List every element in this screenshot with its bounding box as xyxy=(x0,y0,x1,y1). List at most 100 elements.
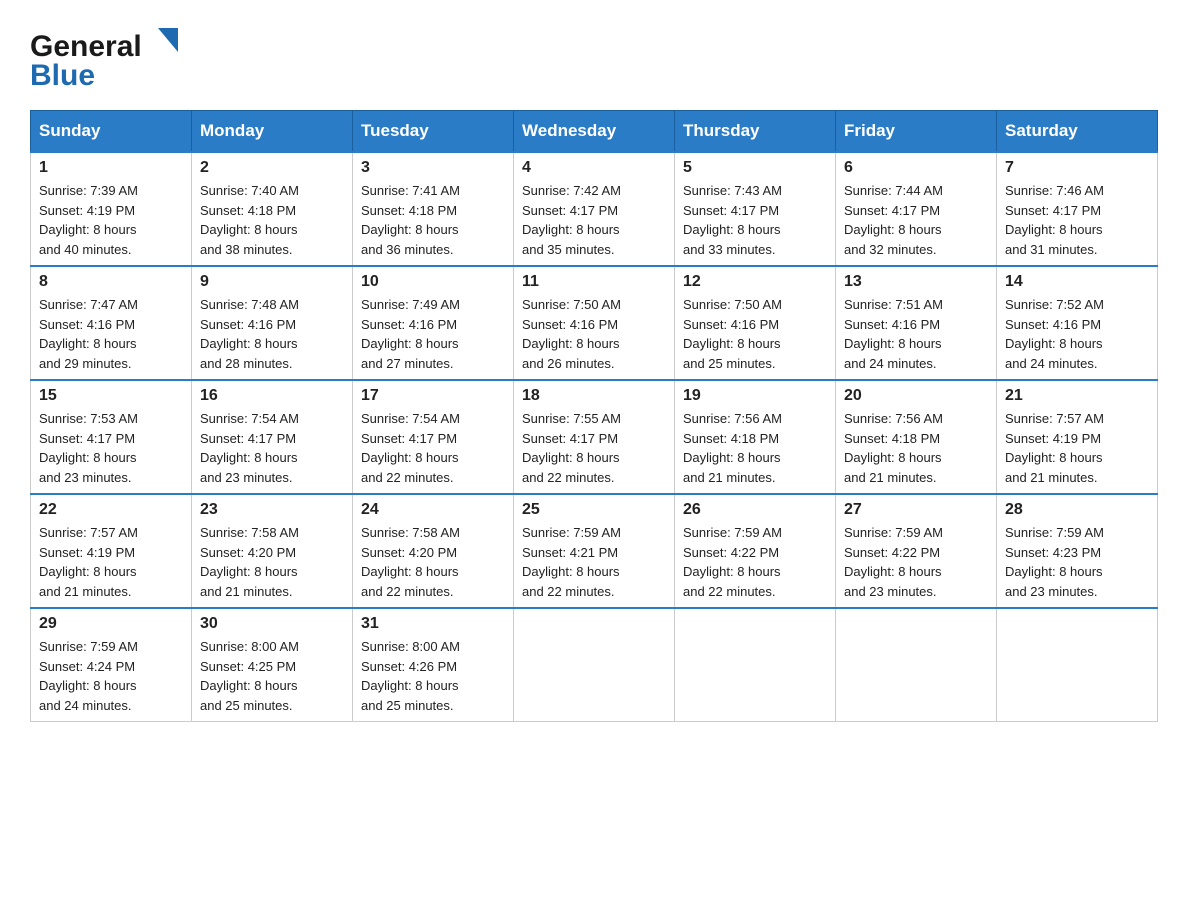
daylight-label: Daylight: 8 hoursand 23 minutes. xyxy=(200,450,298,485)
sunrise-label: Sunrise: 7:49 AM xyxy=(361,297,460,312)
day-cell-12: 12 Sunrise: 7:50 AM Sunset: 4:16 PM Dayl… xyxy=(675,266,836,380)
day-number: 14 xyxy=(1005,273,1149,291)
sunset-label: Sunset: 4:24 PM xyxy=(39,659,135,674)
day-cell-2: 2 Sunrise: 7:40 AM Sunset: 4:18 PM Dayli… xyxy=(192,152,353,266)
day-cell-29: 29 Sunrise: 7:59 AM Sunset: 4:24 PM Dayl… xyxy=(31,608,192,722)
day-cell-21: 21 Sunrise: 7:57 AM Sunset: 4:19 PM Dayl… xyxy=(997,380,1158,494)
sunset-label: Sunset: 4:19 PM xyxy=(39,545,135,560)
day-number: 5 xyxy=(683,159,827,177)
day-info: Sunrise: 7:46 AM Sunset: 4:17 PM Dayligh… xyxy=(1005,181,1149,259)
day-cell-10: 10 Sunrise: 7:49 AM Sunset: 4:16 PM Dayl… xyxy=(353,266,514,380)
sunrise-label: Sunrise: 7:59 AM xyxy=(39,639,138,654)
sunset-label: Sunset: 4:19 PM xyxy=(39,203,135,218)
sunrise-label: Sunrise: 7:41 AM xyxy=(361,183,460,198)
sunset-label: Sunset: 4:25 PM xyxy=(200,659,296,674)
daylight-label: Daylight: 8 hoursand 25 minutes. xyxy=(683,336,781,371)
sunrise-label: Sunrise: 7:59 AM xyxy=(844,525,943,540)
daylight-label: Daylight: 8 hoursand 21 minutes. xyxy=(683,450,781,485)
sunset-label: Sunset: 4:16 PM xyxy=(200,317,296,332)
day-cell-24: 24 Sunrise: 7:58 AM Sunset: 4:20 PM Dayl… xyxy=(353,494,514,608)
sunset-label: Sunset: 4:16 PM xyxy=(39,317,135,332)
sunset-label: Sunset: 4:17 PM xyxy=(39,431,135,446)
daylight-label: Daylight: 8 hoursand 21 minutes. xyxy=(200,564,298,599)
week-row-2: 8 Sunrise: 7:47 AM Sunset: 4:16 PM Dayli… xyxy=(31,266,1158,380)
daylight-label: Daylight: 8 hoursand 24 minutes. xyxy=(1005,336,1103,371)
day-info: Sunrise: 7:59 AM Sunset: 4:22 PM Dayligh… xyxy=(683,523,827,601)
sunset-label: Sunset: 4:18 PM xyxy=(200,203,296,218)
day-number: 28 xyxy=(1005,501,1149,519)
week-row-5: 29 Sunrise: 7:59 AM Sunset: 4:24 PM Dayl… xyxy=(31,608,1158,722)
day-cell-17: 17 Sunrise: 7:54 AM Sunset: 4:17 PM Dayl… xyxy=(353,380,514,494)
daylight-label: Daylight: 8 hoursand 23 minutes. xyxy=(1005,564,1103,599)
day-info: Sunrise: 7:44 AM Sunset: 4:17 PM Dayligh… xyxy=(844,181,988,259)
day-info: Sunrise: 7:54 AM Sunset: 4:17 PM Dayligh… xyxy=(361,409,505,487)
week-row-4: 22 Sunrise: 7:57 AM Sunset: 4:19 PM Dayl… xyxy=(31,494,1158,608)
sunset-label: Sunset: 4:21 PM xyxy=(522,545,618,560)
sunrise-label: Sunrise: 7:44 AM xyxy=(844,183,943,198)
weekday-header-monday: Monday xyxy=(192,111,353,153)
day-cell-13: 13 Sunrise: 7:51 AM Sunset: 4:16 PM Dayl… xyxy=(836,266,997,380)
sunrise-label: Sunrise: 7:54 AM xyxy=(200,411,299,426)
sunset-label: Sunset: 4:17 PM xyxy=(683,203,779,218)
sunrise-label: Sunrise: 7:59 AM xyxy=(522,525,621,540)
day-cell-28: 28 Sunrise: 7:59 AM Sunset: 4:23 PM Dayl… xyxy=(997,494,1158,608)
sunrise-label: Sunrise: 7:46 AM xyxy=(1005,183,1104,198)
day-cell-26: 26 Sunrise: 7:59 AM Sunset: 4:22 PM Dayl… xyxy=(675,494,836,608)
day-number: 24 xyxy=(361,501,505,519)
sunset-label: Sunset: 4:22 PM xyxy=(844,545,940,560)
sunrise-label: Sunrise: 7:51 AM xyxy=(844,297,943,312)
weekday-header-saturday: Saturday xyxy=(997,111,1158,153)
day-number: 16 xyxy=(200,387,344,405)
sunrise-label: Sunrise: 7:48 AM xyxy=(200,297,299,312)
sunrise-label: Sunrise: 7:56 AM xyxy=(683,411,782,426)
day-number: 26 xyxy=(683,501,827,519)
day-cell-3: 3 Sunrise: 7:41 AM Sunset: 4:18 PM Dayli… xyxy=(353,152,514,266)
daylight-label: Daylight: 8 hoursand 22 minutes. xyxy=(683,564,781,599)
sunset-label: Sunset: 4:16 PM xyxy=(844,317,940,332)
day-number: 4 xyxy=(522,159,666,177)
logo-svg: General Blue xyxy=(30,20,180,92)
svg-text:Blue: Blue xyxy=(30,59,95,92)
day-number: 31 xyxy=(361,615,505,633)
sunset-label: Sunset: 4:22 PM xyxy=(683,545,779,560)
daylight-label: Daylight: 8 hoursand 28 minutes. xyxy=(200,336,298,371)
sunrise-label: Sunrise: 8:00 AM xyxy=(200,639,299,654)
day-info: Sunrise: 7:50 AM Sunset: 4:16 PM Dayligh… xyxy=(683,295,827,373)
day-number: 18 xyxy=(522,387,666,405)
day-info: Sunrise: 7:41 AM Sunset: 4:18 PM Dayligh… xyxy=(361,181,505,259)
sunrise-label: Sunrise: 7:50 AM xyxy=(522,297,621,312)
day-cell-1: 1 Sunrise: 7:39 AM Sunset: 4:19 PM Dayli… xyxy=(31,152,192,266)
day-cell-23: 23 Sunrise: 7:58 AM Sunset: 4:20 PM Dayl… xyxy=(192,494,353,608)
day-number: 13 xyxy=(844,273,988,291)
sunrise-label: Sunrise: 7:58 AM xyxy=(361,525,460,540)
day-cell-9: 9 Sunrise: 7:48 AM Sunset: 4:16 PM Dayli… xyxy=(192,266,353,380)
daylight-label: Daylight: 8 hoursand 22 minutes. xyxy=(522,450,620,485)
day-info: Sunrise: 8:00 AM Sunset: 4:26 PM Dayligh… xyxy=(361,637,505,715)
daylight-label: Daylight: 8 hoursand 35 minutes. xyxy=(522,222,620,257)
day-info: Sunrise: 8:00 AM Sunset: 4:25 PM Dayligh… xyxy=(200,637,344,715)
day-cell-7: 7 Sunrise: 7:46 AM Sunset: 4:17 PM Dayli… xyxy=(997,152,1158,266)
day-number: 12 xyxy=(683,273,827,291)
day-cell-30: 30 Sunrise: 8:00 AM Sunset: 4:25 PM Dayl… xyxy=(192,608,353,722)
day-info: Sunrise: 7:52 AM Sunset: 4:16 PM Dayligh… xyxy=(1005,295,1149,373)
day-info: Sunrise: 7:58 AM Sunset: 4:20 PM Dayligh… xyxy=(200,523,344,601)
sunrise-label: Sunrise: 7:56 AM xyxy=(844,411,943,426)
sunrise-label: Sunrise: 7:58 AM xyxy=(200,525,299,540)
empty-cell-4-6 xyxy=(997,608,1158,722)
day-cell-6: 6 Sunrise: 7:44 AM Sunset: 4:17 PM Dayli… xyxy=(836,152,997,266)
weekday-header-row: SundayMondayTuesdayWednesdayThursdayFrid… xyxy=(31,111,1158,153)
week-row-1: 1 Sunrise: 7:39 AM Sunset: 4:19 PM Dayli… xyxy=(31,152,1158,266)
sunrise-label: Sunrise: 7:40 AM xyxy=(200,183,299,198)
sunset-label: Sunset: 4:16 PM xyxy=(1005,317,1101,332)
day-number: 25 xyxy=(522,501,666,519)
day-info: Sunrise: 7:49 AM Sunset: 4:16 PM Dayligh… xyxy=(361,295,505,373)
day-number: 1 xyxy=(39,159,183,177)
day-number: 30 xyxy=(200,615,344,633)
page-header: General Blue xyxy=(30,20,1158,92)
empty-cell-4-3 xyxy=(514,608,675,722)
day-cell-18: 18 Sunrise: 7:55 AM Sunset: 4:17 PM Dayl… xyxy=(514,380,675,494)
sunset-label: Sunset: 4:17 PM xyxy=(1005,203,1101,218)
day-info: Sunrise: 7:56 AM Sunset: 4:18 PM Dayligh… xyxy=(683,409,827,487)
sunset-label: Sunset: 4:20 PM xyxy=(200,545,296,560)
day-number: 8 xyxy=(39,273,183,291)
